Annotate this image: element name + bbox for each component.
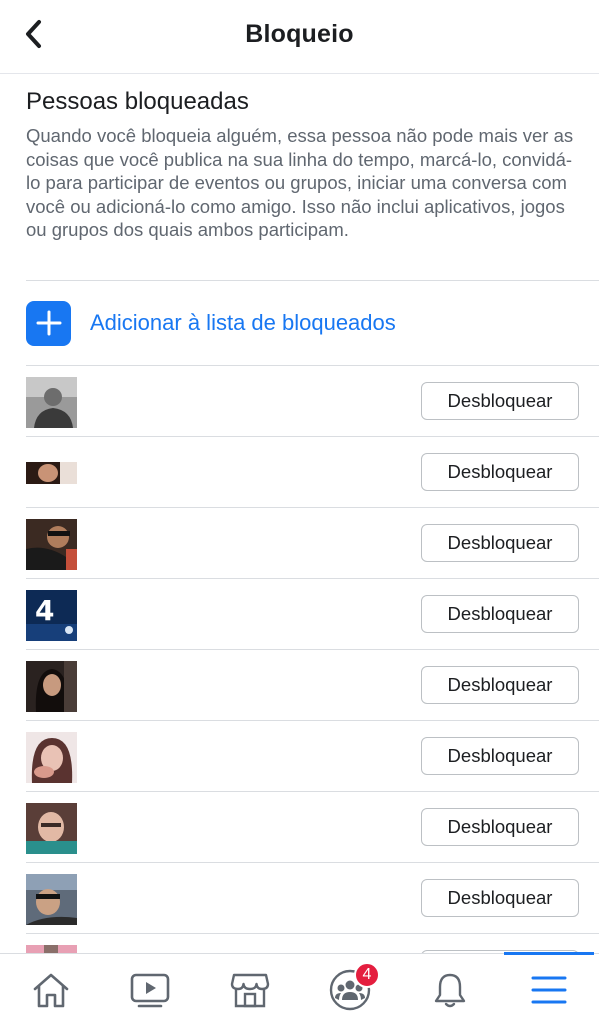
list-item: Desbloquear (26, 365, 599, 436)
marketplace-icon (230, 973, 270, 1008)
active-tab-indicator (504, 952, 594, 955)
tab-notifications[interactable] (420, 962, 480, 1018)
header: Bloqueio (0, 0, 599, 74)
unblock-button[interactable]: Desbloquear (421, 808, 579, 846)
add-to-blocked-list-button[interactable]: Adicionar à lista de bloqueados (26, 300, 396, 346)
tab-marketplace[interactable] (220, 962, 280, 1018)
tab-home[interactable] (21, 962, 81, 1018)
avatar[interactable] (26, 732, 77, 783)
unblock-button[interactable]: Desbloquear (421, 666, 579, 704)
section-description: Quando você bloqueia alguém, essa pessoa… (26, 125, 574, 240)
unblock-button[interactable]: Desbloquear (421, 524, 579, 562)
section-title: Pessoas bloqueadas (26, 88, 249, 115)
avatar[interactable] (26, 448, 77, 499)
list-item: Desbloquear (26, 791, 599, 862)
list-item: Desbloquear (26, 862, 599, 933)
unblock-button[interactable]: Desbloquear (421, 737, 579, 775)
menu-icon (531, 976, 567, 1004)
list-item: Desbloquear (26, 649, 599, 720)
unblock-button[interactable]: Desbloquear (421, 382, 579, 420)
avatar[interactable] (26, 519, 77, 570)
blocked-people-list: Desbloquear Desbloquear Desbloquear 4 De… (0, 365, 599, 973)
plus-icon (26, 300, 71, 346)
avatar[interactable] (26, 661, 77, 712)
list-item: Desbloquear (26, 436, 599, 507)
list-item: Desbloquear (26, 507, 599, 578)
video-icon (130, 973, 170, 1008)
avatar-text: 4 (35, 594, 54, 627)
avatar[interactable] (26, 874, 77, 925)
home-icon (33, 973, 69, 1008)
avatar[interactable]: 4 (26, 590, 77, 641)
add-to-blocked-list-label: Adicionar à lista de bloqueados (90, 310, 396, 335)
notification-badge: 4 (354, 962, 380, 988)
unblock-button[interactable]: Desbloquear (421, 879, 579, 917)
avatar[interactable] (26, 377, 77, 428)
divider (26, 280, 599, 281)
list-item: 4 Desbloquear (26, 578, 599, 649)
unblock-button[interactable]: Desbloquear (421, 595, 579, 633)
bell-icon (434, 973, 466, 1008)
avatar[interactable] (26, 803, 77, 854)
bottom-tab-bar: 4 (0, 952, 599, 1024)
tab-menu[interactable] (519, 962, 579, 1018)
list-item: Desbloquear (26, 720, 599, 791)
page-title: Bloqueio (245, 20, 354, 48)
unblock-button[interactable]: Desbloquear (421, 453, 579, 491)
tab-video[interactable] (120, 962, 180, 1018)
tab-groups[interactable]: 4 (320, 962, 380, 1018)
